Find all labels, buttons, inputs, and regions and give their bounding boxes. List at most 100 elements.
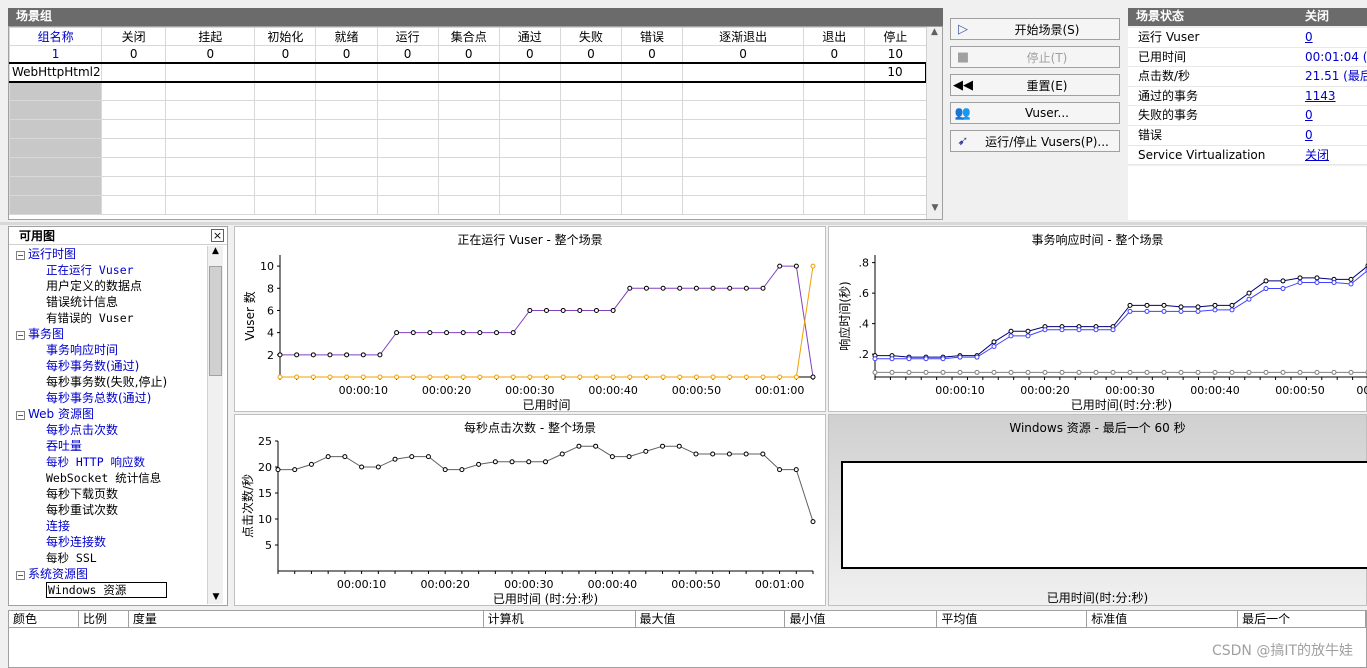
run-stop-vusers-button[interactable]: ➹ 运行/停止 Vusers(P)... [950,130,1120,152]
table-row[interactable] [8,138,927,158]
windows-resources-chart[interactable]: Windows 资源 - 最后一个 60 秒 已用时间(时:分:秒) [828,414,1367,606]
measurements-col-header[interactable]: 平均值 [937,611,1088,627]
table-cell[interactable] [864,100,927,120]
table-row[interactable] [8,157,927,177]
table-cell[interactable] [315,157,378,177]
vusers-button[interactable]: 👥 Vuser... [950,102,1120,124]
table-cell[interactable] [8,100,103,120]
table-cell[interactable] [376,157,439,177]
table-cell[interactable] [165,176,256,196]
table-cell[interactable] [437,195,500,215]
tree-item[interactable]: 有错误的 Vuser [12,310,206,326]
status-value[interactable]: 0 [1300,106,1367,125]
table-cell[interactable] [559,176,622,196]
table-cell[interactable] [620,119,684,139]
status-value[interactable]: 0 [1300,28,1367,47]
col-header[interactable]: 逐渐退出 [682,27,805,46]
scroll-down-icon[interactable]: ▼ [927,203,943,219]
table-cell[interactable] [165,81,256,101]
table-cell[interactable] [315,176,378,196]
table-cell[interactable] [376,138,439,158]
status-value[interactable]: 关闭 [1300,145,1367,165]
tree-item[interactable]: 每秒点击次数 [12,422,206,438]
table-cell[interactable] [559,61,622,83]
tree-item[interactable]: 连接 [12,518,206,534]
col-header[interactable]: 运行 [376,27,439,46]
table-cell[interactable] [682,138,805,158]
tree-item[interactable]: 用户定义的数据点 [12,278,206,294]
tree-item[interactable]: 错误统计信息 [12,294,206,310]
reset-button[interactable]: ◀◀ 重置(E) [950,74,1120,96]
table-cell[interactable] [254,195,317,215]
table-cell[interactable]: 10 [864,61,928,83]
table-cell[interactable] [864,176,927,196]
table-cell[interactable] [315,81,378,101]
scroll-down-icon[interactable]: ▼ [208,592,224,602]
table-cell[interactable] [376,81,439,101]
table-cell[interactable] [682,195,805,215]
tree-item[interactable]: 正在运行 Vuser [12,262,206,278]
col-header[interactable]: 挂起 [165,27,256,46]
table-cell[interactable] [498,195,561,215]
table-cell[interactable] [376,195,439,215]
col-header[interactable]: 初始化 [254,27,317,46]
table-cell[interactable] [101,119,167,139]
scroll-thumb[interactable] [209,266,222,376]
tree-group[interactable]: − 系统资源图 [12,566,206,582]
table-cell[interactable] [437,138,500,158]
collapse-icon[interactable]: − [16,411,25,420]
measurements-col-header[interactable]: 度量 [129,611,484,627]
col-header[interactable]: 就绪 [315,27,378,46]
table-cell[interactable] [8,138,103,158]
table-cell[interactable] [8,195,103,215]
table-cell[interactable] [864,157,927,177]
table-cell[interactable] [682,157,805,177]
tree-item[interactable]: 每秒下载页数 [12,486,206,502]
table-row[interactable] [8,100,927,120]
status-value[interactable]: 0 [1300,126,1367,145]
tree-item[interactable]: 事务响应时间 [12,342,206,358]
table-cell[interactable] [8,81,103,101]
table-cell[interactable] [559,138,622,158]
table-cell[interactable] [437,119,500,139]
table-cell[interactable] [498,138,561,158]
col-header[interactable]: 错误 [620,27,684,46]
splitter[interactable] [0,222,1367,225]
table-row[interactable] [8,81,927,101]
tree-item[interactable]: Windows 资源 [12,582,206,598]
table-cell[interactable] [165,100,256,120]
table-cell[interactable] [803,138,866,158]
tree-item[interactable]: 每秒事务数(失败,停止) [12,374,206,390]
table-cell[interactable] [498,176,561,196]
table-cell[interactable] [498,157,561,177]
grid-scrollbar[interactable]: ▲ ▼ [926,27,942,219]
table-cell[interactable] [376,61,439,83]
col-header[interactable]: 失败 [559,27,622,46]
table-cell[interactable] [254,138,317,158]
table-cell[interactable] [254,61,317,83]
col-header[interactable]: 关闭 [101,27,167,46]
table-cell[interactable] [620,61,684,83]
col-header[interactable]: 退出 [803,27,866,46]
tree-item[interactable]: 吞吐量 [12,438,206,454]
table-cell[interactable] [803,195,866,215]
col-header[interactable]: 停止 [864,27,927,46]
col-header[interactable]: 通过 [498,27,561,46]
table-cell[interactable] [101,81,167,101]
transaction-response-chart[interactable]: 事务响应时间 - 整个场景 .2.4.6.8 00:00:10 00:00:20 00… [828,226,1367,412]
table-row[interactable] [8,119,927,139]
table-cell[interactable] [165,195,256,215]
table-cell[interactable] [559,119,622,139]
col-header[interactable]: 组名称 [8,27,103,46]
scroll-up-icon[interactable]: ▲ [927,27,942,43]
table-cell[interactable] [437,157,500,177]
table-cell[interactable] [165,119,256,139]
table-cell[interactable] [315,138,378,158]
table-cell[interactable] [254,119,317,139]
collapse-icon[interactable]: − [16,331,25,340]
table-cell[interactable] [437,81,500,101]
table-cell[interactable] [620,81,684,101]
tree-item[interactable]: 每秒连接数 [12,534,206,550]
table-row[interactable]: WebHttpHtml2 10 [8,61,928,83]
tree-item[interactable]: 每秒 HTTP 响应数 [12,454,206,470]
